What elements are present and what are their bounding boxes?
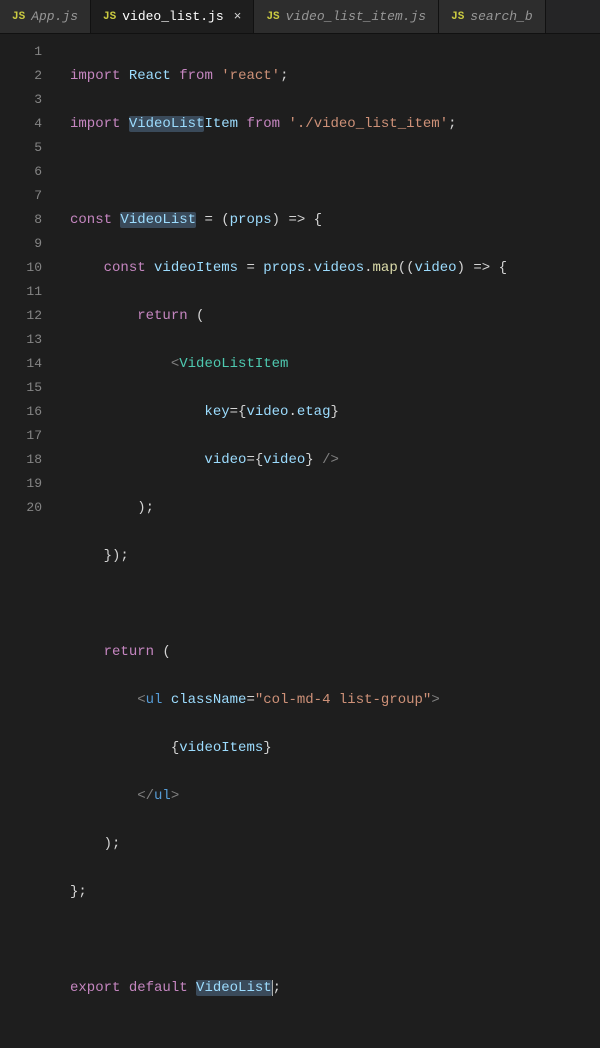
line-number: 3	[0, 88, 60, 112]
code-area[interactable]: import React from 'react'; import VideoL…	[60, 34, 600, 526]
line-number: 10	[0, 256, 60, 280]
js-icon: JS	[266, 11, 279, 23]
line-number: 7	[0, 184, 60, 208]
tab-label: search_b	[470, 9, 532, 24]
line-number: 15	[0, 376, 60, 400]
tab-bar: JS App.js JS video_list.js × JS video_li…	[0, 0, 600, 34]
line-number: 1	[0, 40, 60, 64]
line-number: 13	[0, 328, 60, 352]
line-number: 11	[0, 280, 60, 304]
line-number: 18	[0, 448, 60, 472]
line-number: 17	[0, 424, 60, 448]
close-icon[interactable]: ×	[234, 9, 242, 24]
line-number-gutter: 1 2 3 4 5 6 7 8 9 10 11 12 13 14 15 16 1…	[0, 34, 60, 526]
tab-video-list[interactable]: JS video_list.js ×	[91, 0, 254, 33]
line-number: 2	[0, 64, 60, 88]
tab-video-list-item[interactable]: JS video_list_item.js	[254, 0, 439, 33]
tab-label: video_list_item.js	[286, 9, 426, 24]
line-number: 16	[0, 400, 60, 424]
line-number: 4	[0, 112, 60, 136]
line-number: 5	[0, 136, 60, 160]
editor: 1 2 3 4 5 6 7 8 9 10 11 12 13 14 15 16 1…	[0, 34, 600, 526]
line-number: 8	[0, 208, 60, 232]
js-icon: JS	[451, 11, 464, 23]
line-number: 20	[0, 496, 60, 520]
tab-app[interactable]: JS App.js	[0, 0, 91, 33]
line-number: 14	[0, 352, 60, 376]
tab-search[interactable]: JS search_b	[439, 0, 546, 33]
line-number: 6	[0, 160, 60, 184]
line-number: 19	[0, 472, 60, 496]
line-number: 9	[0, 232, 60, 256]
tab-label: App.js	[31, 9, 78, 24]
js-icon: JS	[12, 11, 25, 23]
js-icon: JS	[103, 11, 116, 23]
line-number: 12	[0, 304, 60, 328]
tab-label: video_list.js	[122, 9, 223, 24]
